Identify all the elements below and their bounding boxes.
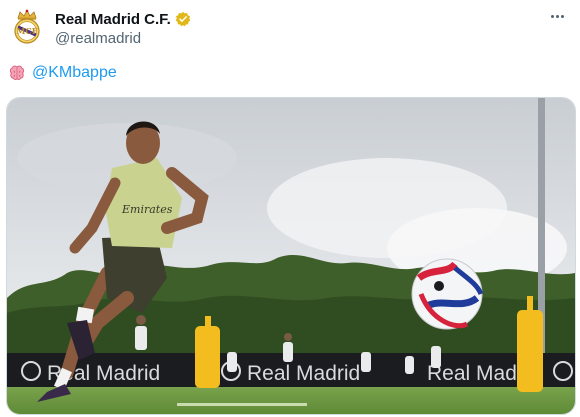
training-mannequin bbox=[517, 296, 543, 392]
real-madrid-crest-icon: MCF bbox=[14, 9, 40, 44]
training-photo: Real Madrid Real Madrid Real Madrid Emir… bbox=[7, 98, 575, 414]
more-dot bbox=[560, 14, 564, 18]
more-dot bbox=[550, 14, 554, 18]
pitch-line bbox=[177, 403, 307, 406]
avatar[interactable]: MCF bbox=[12, 9, 42, 45]
tweet-photo[interactable]: Real Madrid Real Madrid Real Madrid Emir… bbox=[6, 97, 576, 415]
brain-emoji-icon bbox=[9, 65, 25, 80]
mention-link[interactable]: @KMbappe bbox=[32, 64, 117, 82]
svg-text:MCF: MCF bbox=[17, 26, 38, 36]
tweet-text: @KMbappe bbox=[8, 64, 117, 82]
soccer-ball bbox=[411, 258, 484, 330]
gold-verified-badge-icon bbox=[175, 11, 191, 27]
author-handle[interactable]: @realmadrid bbox=[55, 30, 141, 47]
pitch bbox=[7, 387, 575, 414]
shirt-sponsor: Emirates bbox=[121, 203, 173, 216]
training-mannequin bbox=[195, 316, 220, 388]
board-text-2: Real Madrid bbox=[247, 362, 360, 385]
author-display-name[interactable]: Real Madrid C.F. bbox=[55, 11, 171, 28]
more-dot bbox=[555, 14, 559, 18]
more-options-icon[interactable] bbox=[546, 8, 568, 24]
